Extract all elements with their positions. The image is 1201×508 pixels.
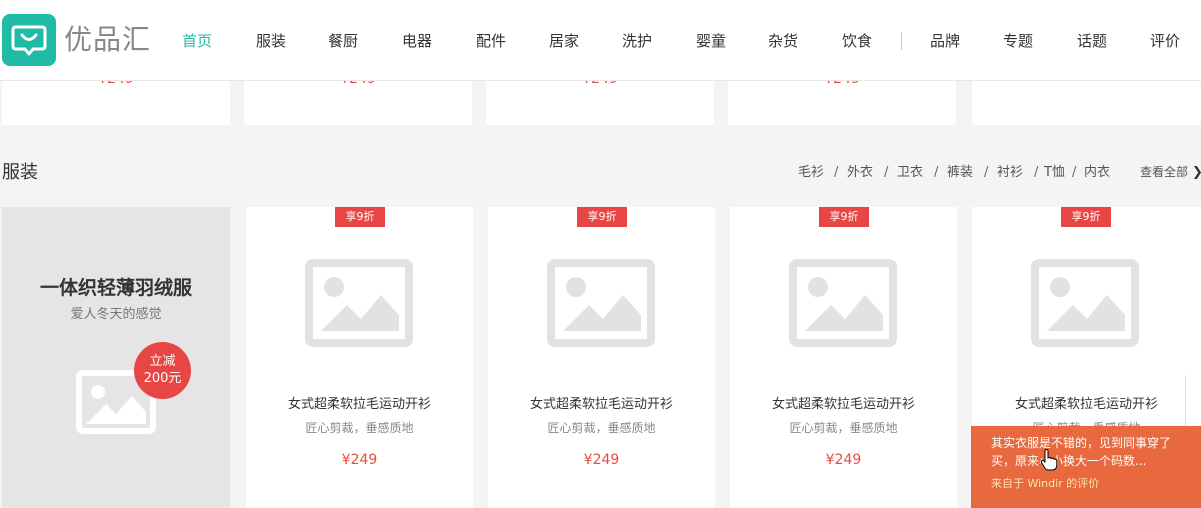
nav-item-topics[interactable]: 专题 [1003, 30, 1033, 52]
nav-item-clothing[interactable]: 服装 [256, 30, 286, 52]
image-placeholder-icon [789, 259, 897, 347]
nav-item-home-living[interactable]: 居家 [549, 30, 579, 52]
badge-line2: 200元 [143, 371, 182, 386]
subcategory-sweaters[interactable]: 毛衫 [798, 164, 824, 182]
product-card[interactable]: 享9折 女式超柔软拉毛运动开衫 匠心剪裁，垂感质地 ¥249 [730, 207, 957, 508]
scrollbar-thumb[interactable] [1185, 375, 1201, 427]
product-name: 女式超柔软拉毛运动开衫 [529, 397, 673, 412]
banner-subtitle: 爱人冬天的感觉 [70, 307, 162, 322]
logo-icon[interactable] [2, 14, 56, 66]
product-subtitle: 匠心剪裁，垂感质地 [547, 421, 656, 435]
product-card[interactable]: 享9折 女式超柔软拉毛运动开衫 匠心剪裁，垂感质地 ¥249 [488, 207, 715, 508]
product-price: ¥249 [825, 452, 862, 468]
product-subtitle: 匠心剪裁，垂感质地 [305, 421, 414, 435]
subcategory-separator: / [884, 165, 889, 180]
prev-product-card[interactable] [972, 81, 1201, 125]
nav-item-appliances[interactable]: 电器 [402, 30, 432, 52]
product-subtitle: 匠心剪裁，垂感质地 [789, 421, 898, 435]
prev-product-card[interactable]: ¥249 [2, 71, 230, 125]
subcategory-separator: / [1072, 165, 1077, 180]
product-name: 女式超柔软拉毛运动开衫 [771, 397, 915, 412]
product-card[interactable]: 享9折 女式超柔软拉毛运动开衫 匠心剪裁，垂感质地 ¥249 [246, 207, 473, 508]
image-placeholder-icon [547, 259, 655, 347]
review-author: 来自于 Windir 的评价 [991, 477, 1100, 490]
subcategory-separator: / [984, 165, 989, 180]
product-price: ¥249 [583, 452, 620, 468]
prev-product-card[interactable]: ¥249 [244, 71, 472, 125]
subcategory-separator: / [834, 165, 839, 180]
subcategory-shirts[interactable]: 衬衫 [997, 164, 1023, 182]
promo-banner[interactable]: 一体织轻薄羽绒服 爱人冬天的感觉 立减 200元 [2, 207, 230, 508]
nav-item-care[interactable]: 洗护 [622, 30, 652, 52]
review-popup[interactable]: 其实衣服是不错的，见到同事穿了买，原来小小换大一个码数... 来自于 Windi… [971, 426, 1201, 508]
product-name: 女式超柔软拉毛运动开衫 [1014, 397, 1158, 412]
chevron-right-icon: ❯ [1192, 164, 1201, 182]
discount-tag: 享9折 [335, 207, 385, 227]
nav-item-discussions[interactable]: 话题 [1077, 30, 1107, 52]
prev-product-card[interactable]: ¥249 [486, 71, 714, 125]
nav-item-kitchen[interactable]: 餐厨 [328, 30, 358, 52]
subcategory-separator: / [934, 165, 939, 180]
nav-item-home[interactable]: 首页 [182, 30, 212, 52]
discount-tag: 享9折 [1061, 207, 1111, 227]
nav-item-accessories[interactable]: 配件 [476, 30, 506, 52]
banner-title: 一体织轻薄羽绒服 [39, 277, 192, 299]
section-title: 服装 [2, 162, 38, 183]
subcategory-pants[interactable]: 裤装 [947, 164, 973, 182]
subcategory-outerwear[interactable]: 外衣 [847, 164, 873, 182]
view-all-label: 查看全部 [1140, 165, 1189, 179]
discount-badge: 立减 200元 [134, 342, 191, 399]
page: ¥249 ¥249 ¥249 ¥249 优品汇 首页 服装 餐厨 电器 配件 居… [0, 0, 1201, 508]
review-text: 其实衣服是不错的，见到同事穿了买，原来小小换大一个码数... [991, 436, 1172, 468]
nav-item-brands[interactable]: 品牌 [930, 30, 960, 52]
nav-item-food[interactable]: 饮食 [842, 30, 872, 52]
prev-product-card[interactable]: ¥249 [728, 71, 956, 125]
nav-divider [901, 32, 902, 50]
subcategory-separator: / [1034, 165, 1039, 180]
site-header: 优品汇 首页 服装 餐厨 电器 配件 居家 洗护 婴童 杂货 饮食 品牌 专题 … [0, 0, 1201, 81]
discount-tag: 享9折 [577, 207, 627, 227]
image-placeholder-icon [305, 259, 413, 347]
nav-item-groceries[interactable]: 杂货 [768, 30, 798, 52]
badge-line1: 立减 [149, 354, 176, 369]
product-name: 女式超柔软拉毛运动开衫 [287, 397, 431, 412]
subcategory-hoodies[interactable]: 卫衣 [897, 164, 923, 182]
product-price: ¥249 [341, 452, 378, 468]
subcategory-tshirts[interactable]: T恤 [1044, 164, 1065, 182]
nav-item-reviews[interactable]: 评价 [1150, 30, 1180, 52]
subcategory-underwear[interactable]: 内衣 [1084, 164, 1110, 182]
hand-cursor-icon [1040, 449, 1058, 471]
nav-item-baby[interactable]: 婴童 [696, 30, 726, 52]
discount-tag: 享9折 [819, 207, 869, 227]
image-placeholder-icon [1031, 259, 1139, 347]
logo-text[interactable]: 优品汇 [64, 22, 151, 58]
view-all-link[interactable]: 查看全部❯ [1140, 163, 1201, 182]
